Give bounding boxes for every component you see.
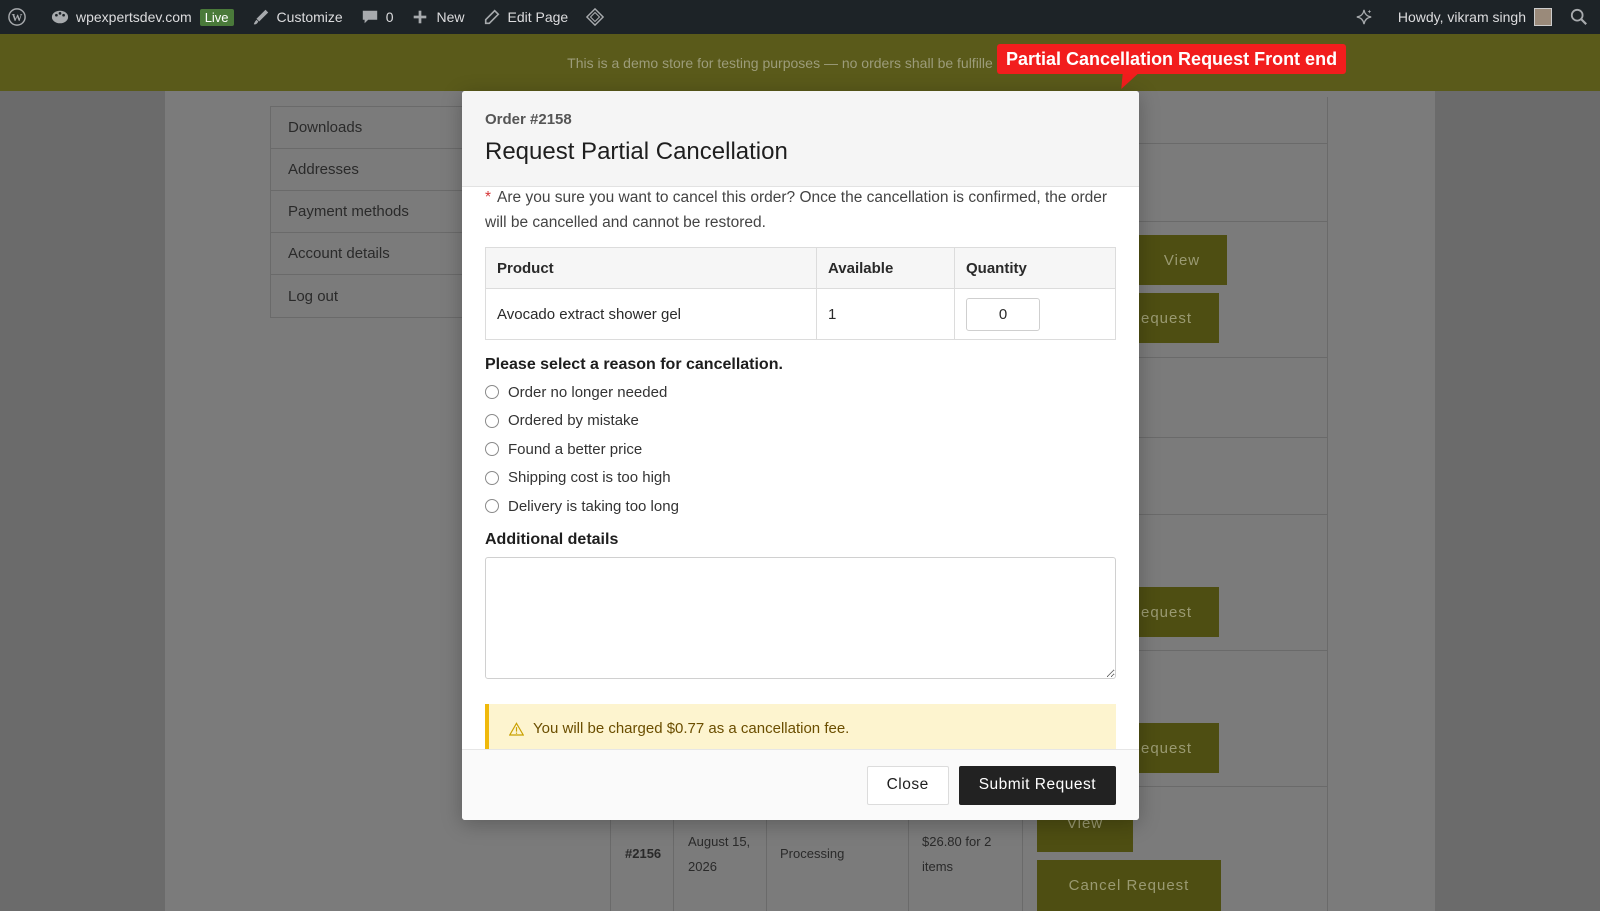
reason-label: Shipping cost is too high — [508, 469, 671, 487]
edit-page-label: Edit Page — [507, 9, 569, 25]
radio-button[interactable] — [485, 470, 499, 485]
reason-option[interactable]: Shipping cost is too high — [485, 464, 1116, 493]
cancel-request-button[interactable]: Cancel Request — [1037, 860, 1221, 911]
additional-details-textarea[interactable] — [485, 556, 1116, 679]
column-header-quantity: Quantity — [954, 247, 1116, 289]
reason-list: Order no longer needed Ordered by mistak… — [485, 378, 1116, 521]
account-navigation: Downloads Addresses Payment methods Acco… — [270, 106, 470, 318]
modal-body[interactable]: * Are you sure you want to cancel this or… — [462, 187, 1139, 749]
order-date-line: August 15, — [688, 834, 751, 849]
new-label: New — [436, 9, 465, 25]
warning-triangle-icon — [509, 721, 524, 736]
view-order-button[interactable]: View — [1137, 235, 1227, 285]
items-table: Product Available Quantity Avocado extra… — [485, 247, 1116, 340]
store-notice: This is a demo store for testing purpose… — [0, 34, 1600, 91]
order-date-line: 2026 — [688, 859, 717, 874]
search-icon — [1570, 8, 1587, 25]
cancellation-warning: * Are you sure you want to cancel this or… — [485, 187, 1116, 235]
ai-assist-button[interactable] — [1346, 0, 1389, 34]
cancel-request-button[interactable]: equest — [1137, 723, 1219, 773]
close-button[interactable]: Close — [866, 765, 949, 805]
submit-request-button[interactable]: Submit Request — [958, 765, 1116, 805]
order-total-line: $26.80 for 2 — [922, 834, 992, 849]
reason-label: Ordered by mistake — [508, 412, 639, 430]
edit-page-link[interactable]: Edit Page — [474, 0, 578, 34]
wordpress-menu[interactable]: W — [0, 0, 42, 34]
callout-label: Partial Cancellation Request Front end — [997, 44, 1347, 74]
product-name-cell: Avocado extract shower gel — [485, 288, 817, 340]
plus-icon — [414, 10, 427, 24]
table-row: Avocado extract shower gel 1 — [485, 288, 1116, 340]
store-notice-text: This is a demo store for testing purpose… — [567, 54, 993, 71]
reason-label: Delivery is taking too long — [508, 497, 679, 515]
radio-button[interactable] — [485, 442, 499, 457]
live-badge: Live — [199, 8, 234, 26]
nav-item-downloads[interactable]: Downloads — [271, 107, 469, 149]
brush-icon — [253, 9, 268, 25]
nav-item-account-details[interactable]: Account details — [271, 233, 469, 275]
new-content-link[interactable]: New — [402, 0, 473, 34]
wordpress-logo-icon: W — [8, 8, 26, 26]
column-header-available: Available — [816, 247, 955, 289]
partial-cancellation-modal: Order #2158 Request Partial Cancellation… — [462, 91, 1139, 820]
nav-item-payment-methods[interactable]: Payment methods — [271, 191, 469, 233]
reason-label: Order no longer needed — [508, 383, 668, 401]
reason-title: Please select a reason for cancellation. — [485, 356, 783, 373]
fee-notice-text: You will be charged $0.77 as a cancellat… — [533, 720, 850, 737]
order-status-cell: Processing — [780, 846, 845, 861]
available-cell: 1 — [816, 288, 955, 340]
cancellation-fee-notice: You will be charged $0.77 as a cancellat… — [485, 703, 1116, 749]
modal-footer: Close Submit Request — [462, 749, 1139, 820]
modal-header: Order #2158 Request Partial Cancellation — [462, 91, 1139, 187]
quantity-input[interactable] — [966, 297, 1040, 331]
site-name: wpexpertsdev.com — [76, 9, 192, 25]
cancel-request-button[interactable]: equest — [1137, 587, 1219, 637]
comments-count: 0 — [385, 9, 394, 25]
diamond-icon — [586, 8, 605, 26]
site-palette-icon — [51, 10, 69, 24]
nav-item-addresses[interactable]: Addresses — [271, 149, 469, 191]
order-date-cell: August 15, 2026 — [688, 829, 750, 879]
details-title: Additional details — [485, 530, 619, 548]
my-account-menu[interactable]: Howdy, vikram singh — [1389, 0, 1561, 34]
avatar — [1534, 8, 1552, 26]
cancel-request-button[interactable]: equest — [1137, 293, 1219, 343]
comment-icon — [362, 10, 377, 24]
reason-option[interactable]: Ordered by mistake — [485, 407, 1116, 436]
modal-title: Request Partial Cancellation — [485, 138, 788, 165]
order-total-line: items — [922, 859, 954, 874]
svg-text:W: W — [12, 12, 23, 24]
nav-item-log-out[interactable]: Log out — [271, 275, 469, 317]
customize-link[interactable]: Customize — [243, 0, 352, 34]
pencil-icon — [484, 9, 499, 25]
order-number-cell[interactable]: #2156 — [625, 841, 661, 866]
column-header-product: Product — [485, 247, 817, 289]
order-total-cell: $26.80 for 2 items — [922, 829, 991, 879]
reason-option[interactable]: Order no longer needed — [485, 378, 1116, 407]
table-header-row: Product Available Quantity — [485, 247, 1116, 289]
sparkle-icon — [1356, 9, 1372, 25]
quantity-cell — [954, 288, 1116, 340]
order-number: Order #2158 — [485, 111, 572, 128]
greeting: Howdy, vikram singh — [1397, 9, 1526, 25]
site-name-menu[interactable]: wpexpertsdev.com Live — [42, 0, 243, 34]
admin-bar: W wpexpertsdev.com Live Customize 0 New … — [0, 0, 1600, 34]
reason-option[interactable]: Found a better price — [485, 435, 1116, 464]
radio-button[interactable] — [485, 499, 499, 514]
search-button[interactable] — [1561, 0, 1600, 34]
reason-label: Found a better price — [508, 440, 643, 458]
comments-link[interactable]: 0 — [352, 0, 403, 34]
radio-button[interactable] — [485, 413, 499, 428]
reason-option[interactable]: Delivery is taking too long — [485, 492, 1116, 521]
required-asterisk: * — [485, 189, 492, 206]
diamond-menu[interactable] — [577, 0, 620, 34]
cancellation-warning-text: Are you sure you want to cancel this ord… — [485, 189, 1108, 231]
radio-button[interactable] — [485, 385, 499, 400]
customize-label: Customize — [276, 9, 343, 25]
